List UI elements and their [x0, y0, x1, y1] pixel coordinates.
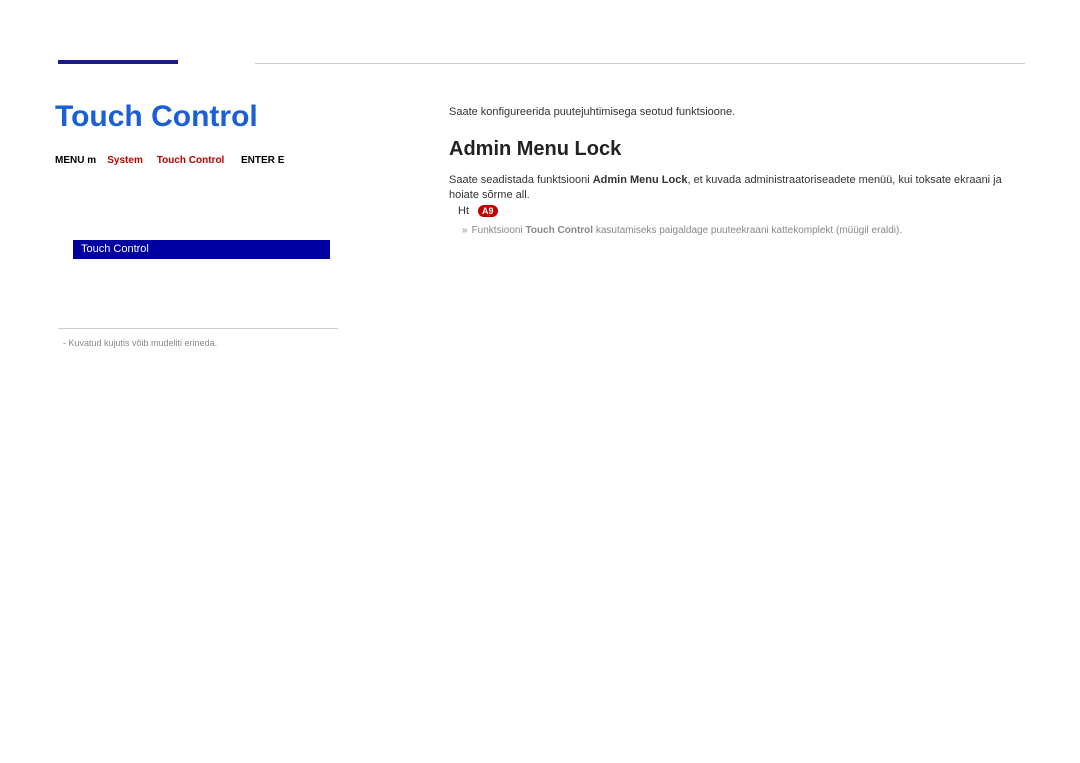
- section-text-bold: Admin Menu Lock: [593, 174, 688, 186]
- section-text-pre: Saate seadistada funktsiooni: [449, 174, 593, 186]
- touch-control-menu-item[interactable]: Touch Control: [73, 240, 330, 259]
- bullet-arrow-icon: »: [462, 225, 468, 236]
- enter-suffix: E: [278, 155, 285, 166]
- footnote-text: - Kuvatud kujutis võib mudeliti erineda.: [63, 338, 217, 348]
- hint-text-bold: Touch Control: [525, 225, 593, 236]
- system-label: System: [107, 155, 143, 166]
- hint-text: » Funktsiooni Touch Control kasutamiseks …: [462, 225, 1025, 236]
- menu-label: MENU: [55, 155, 84, 166]
- hint-text-pre: Funktsiooni: [472, 225, 526, 236]
- page-title: Touch Control: [55, 100, 258, 134]
- header-accent-bar: [58, 60, 178, 64]
- section-heading: Admin Menu Lock: [449, 138, 621, 161]
- enter-label: ENTER: [241, 155, 275, 166]
- section-paragraph: Saate seadistada funktsiooni Admin Menu …: [449, 173, 1025, 204]
- breadcrumb-arrow: m: [87, 155, 96, 166]
- hint-text-post: kasutamiseks paigaldage puuteekraani kat…: [593, 225, 902, 236]
- touch-control-label: Touch Control: [157, 155, 225, 166]
- hint-label: Ht: [458, 205, 469, 217]
- breadcrumb: MENU m System Touch Control ENTER E: [55, 155, 284, 166]
- intro-paragraph: Saate konfigureerida puutejuhtimisega se…: [449, 106, 735, 118]
- hint-badge: A9: [478, 205, 498, 217]
- footnote-divider: [58, 328, 338, 329]
- header-divider: [255, 63, 1025, 64]
